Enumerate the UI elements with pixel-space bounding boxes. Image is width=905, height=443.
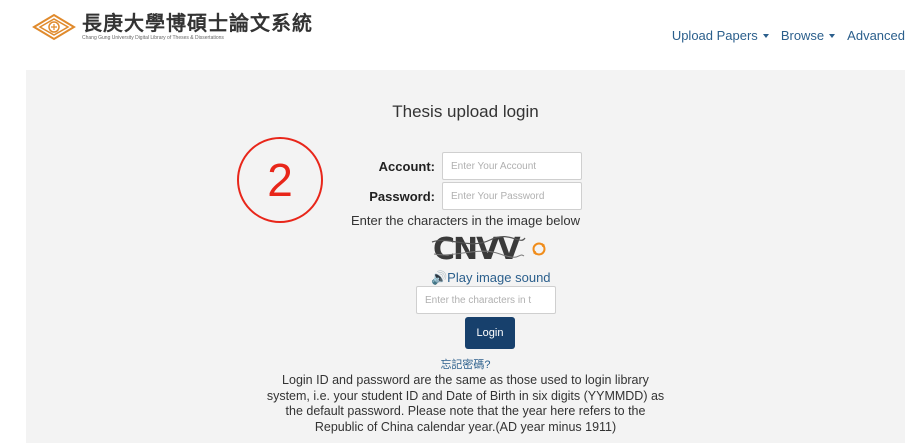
login-note: Login ID and password are the same as th… bbox=[26, 373, 905, 435]
nav-upload-papers-label: Upload Papers bbox=[671, 28, 758, 43]
account-label: Account: bbox=[378, 159, 435, 174]
play-sound-link[interactable]: 🔊Play image sound bbox=[431, 270, 551, 286]
login-button[interactable]: Login bbox=[465, 317, 515, 349]
chevron-down-icon bbox=[829, 33, 836, 38]
nav-upload-papers[interactable]: Upload Papers bbox=[672, 28, 769, 43]
password-input[interactable] bbox=[442, 182, 582, 210]
nav-browse[interactable]: Browse bbox=[780, 28, 836, 43]
nav-advanced-label: Advanced bbox=[847, 28, 905, 43]
nav-browse-label: Browse bbox=[780, 28, 825, 43]
account-input[interactable] bbox=[442, 152, 582, 180]
logo-subtitle: Chang Gung University Digital Library of… bbox=[82, 35, 224, 41]
page-title: Thesis upload login bbox=[392, 102, 539, 121]
captcha-image: CNVV bbox=[430, 228, 526, 264]
nav-advanced[interactable]: Advanced bbox=[847, 28, 905, 43]
refresh-captcha-icon[interactable] bbox=[531, 241, 547, 257]
chevron-down-icon bbox=[762, 33, 769, 38]
login-panel: Thesis upload login Account: Password: E… bbox=[26, 70, 905, 443]
captcha-prompt: Enter the characters in the image below bbox=[350, 213, 581, 228]
logo-title: 長庚大學博碩士論文系統 bbox=[82, 11, 313, 35]
main-nav: Upload Papers Browse Advanced bbox=[660, 28, 905, 43]
site-header: 長庚大學博碩士論文系統 Chang Gung University Digita… bbox=[0, 0, 905, 70]
logo-emblem-icon bbox=[32, 13, 76, 41]
login-note-line: the default password. Please note that t… bbox=[285, 404, 646, 418]
step-annotation-badge: 2 bbox=[237, 137, 323, 223]
forgot-password-link[interactable]: 忘記密碼? bbox=[26, 356, 905, 372]
captcha-input[interactable] bbox=[416, 286, 556, 314]
site-logo[interactable]: 長庚大學博碩士論文系統 Chang Gung University Digita… bbox=[32, 12, 313, 42]
password-label: Password: bbox=[369, 189, 435, 204]
login-note-line: Login ID and password are the same as th… bbox=[282, 373, 649, 387]
login-note-line: Republic of China calendar year.(AD year… bbox=[314, 419, 617, 434]
login-note-line: system, i.e. your student ID and Date of… bbox=[266, 388, 665, 403]
